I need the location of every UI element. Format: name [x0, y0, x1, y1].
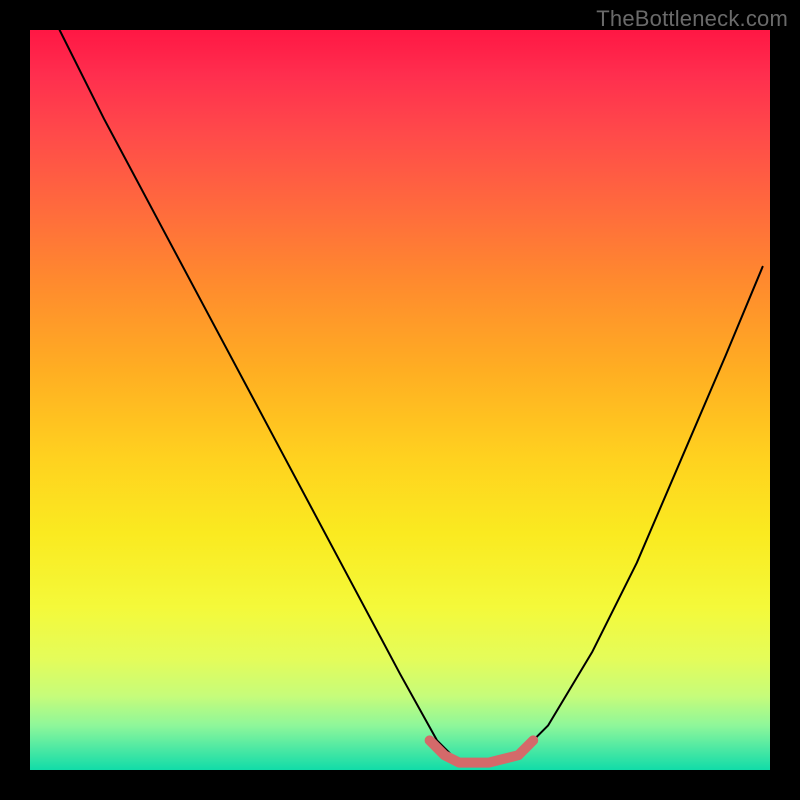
curve-line [60, 30, 763, 763]
valley-highlight-line [430, 740, 534, 762]
watermark-text: TheBottleneck.com [596, 6, 788, 32]
plot-area [30, 30, 770, 770]
chart-frame: TheBottleneck.com [0, 0, 800, 800]
chart-svg [30, 30, 770, 770]
